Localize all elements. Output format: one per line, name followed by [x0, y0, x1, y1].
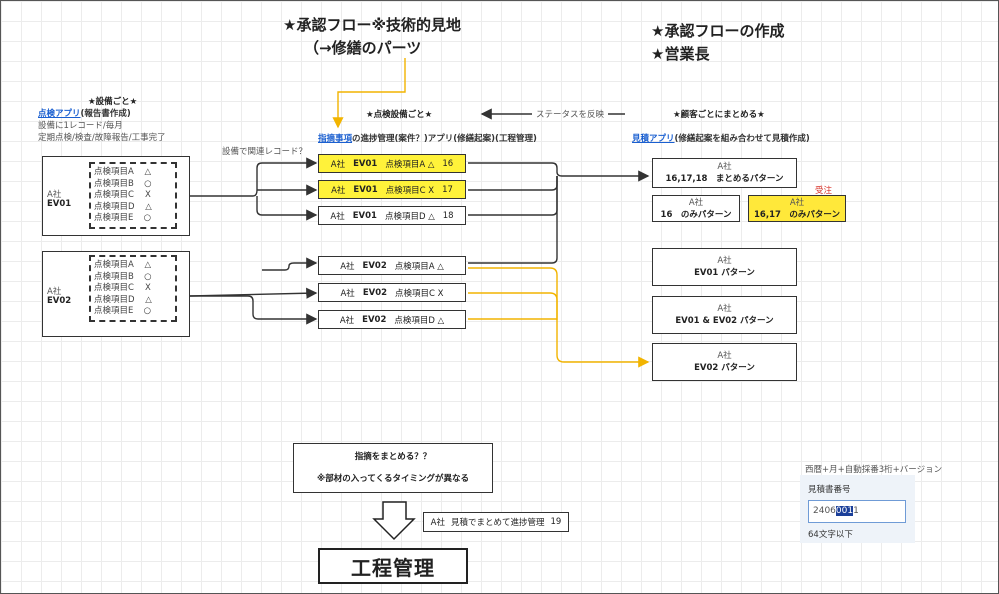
inspection-items-list: 点検項目A △ 点検項目B ○ 点検項目C X 点検項目D △ 点検項目E ○	[89, 162, 177, 229]
ev01-to-record-d	[256, 196, 318, 221]
pattern-combine-all[interactable]: A社 16,17,18 まとめるパターン	[652, 158, 797, 188]
related-records-note: 設備で関連レコード？	[222, 147, 308, 157]
pattern-ev02[interactable]: A社 EV02 パターン	[652, 343, 797, 381]
record-per-month-note: 設備に1レコード/毎月	[38, 121, 123, 131]
per-equipment-title: ★設備ごと★	[88, 97, 138, 107]
inspection-items-list: 点検項目A △ 点検項目B ○ 点検項目C X 点検項目D △ 点検項目E ○	[89, 255, 177, 322]
create-flow-title: ★承認フローの作成	[651, 22, 785, 40]
findings-app-heading: 指摘事項の進捗管理(案件？)アプリ(修繕起案)(工程管理)	[318, 132, 537, 144]
estimate-number-label: 見積書番号	[808, 485, 851, 495]
per-customer-title: ★顧客ごとにまとめる★	[673, 110, 765, 120]
ev02-record-merge	[468, 176, 558, 264]
approval-flow-title: ★承認フロー※技術的見地	[283, 16, 462, 34]
estimate-app-link[interactable]: 見積アプリ	[632, 134, 675, 144]
inspection-types-note: 定期点検/検査/故障報告/工事完了	[38, 133, 166, 143]
inspection-item: 点検項目E ○	[94, 306, 152, 316]
sales-manager-title: ★営業長	[651, 45, 710, 63]
finding-record-18[interactable]: A社 EV01 点検項目D △ 18	[318, 206, 466, 225]
summary-note-box: 指摘をまとめる？？ ※部材の入ってくるタイミングが異なる	[293, 443, 493, 493]
ev02-to-record-a	[262, 257, 318, 271]
inspection-item: 点検項目D △	[94, 294, 152, 305]
ev02-to-record-d	[190, 295, 318, 325]
inspection-item: 点検項目C X	[94, 190, 151, 200]
inspection-item: 点検項目A △	[94, 167, 152, 177]
estimate-app-heading: 見積アプリ(修繕起案を組み合わせて見積作成)	[632, 132, 810, 144]
finding-record-17[interactable]: A社 EV01 点検項目C X 17	[318, 180, 466, 199]
down-arrow-shape	[372, 501, 416, 541]
equipment-name: EV01	[47, 199, 72, 209]
pattern-ev01[interactable]: A社 EV01 パターン	[652, 248, 797, 286]
estimate-app-suffix: (修繕起案を組み合わせて見積作成)	[674, 134, 810, 144]
finding-record-ev02-c[interactable]: A社 EV02 点検項目C X	[318, 283, 466, 302]
pattern-ev01-ev02[interactable]: A社 EV01 & EV02 パターン	[652, 296, 797, 334]
inspection-app-heading: 点検アプリ(報告書作成)	[38, 107, 131, 119]
record-to-pattern-1	[468, 162, 650, 182]
repair-parts-note: （→修繕のパーツ	[304, 39, 422, 57]
ev02-c-orange-merge	[468, 292, 558, 320]
estimate-number-format-note: 西暦+月+自動採番3桁+バージョン	[805, 465, 943, 475]
equipment-name: EV02	[47, 296, 72, 306]
inspection-item: 点検項目B ○	[94, 178, 152, 189]
findings-app-suffix: の進捗管理(案件？)アプリ(修繕起案)(工程管理)	[352, 134, 537, 144]
inspection-app-link[interactable]: 点検アプリ	[38, 109, 81, 119]
finding-record-16[interactable]: A社 EV01 点検項目A △ 16	[318, 154, 466, 173]
pattern-16-17-only[interactable]: A社 16,17 のみパターン	[748, 195, 846, 222]
inspection-item: 点検項目E ○	[94, 213, 152, 223]
ev01-to-record-a	[190, 157, 318, 197]
estimate-number-limit: 64文字以下	[808, 530, 853, 540]
inspection-app-suffix: (報告書作成)	[80, 109, 131, 119]
inspection-item: 点検項目B ○	[94, 271, 152, 282]
inspection-item: 点検項目C X	[94, 283, 151, 293]
record17-merge	[468, 176, 558, 191]
finding-record-ev02-a[interactable]: A社 EV02 点検項目A △	[318, 256, 466, 275]
process-management-label: 工程管理	[318, 548, 468, 584]
pattern-16-only[interactable]: A社 16 のみパターン	[652, 195, 740, 222]
inspection-item: 点検項目A △	[94, 260, 152, 270]
finding-record-ev02-d[interactable]: A社 EV02 点検項目D △	[318, 310, 466, 329]
estimate-number-input[interactable]: 24060011	[808, 500, 906, 523]
record18-merge	[468, 176, 558, 216]
status-reflect-label: ステータスを反映	[536, 110, 605, 120]
findings-app-link[interactable]: 指摘事項	[318, 134, 352, 144]
estimate-progress-record[interactable]: A社 見積でまとめて進捗管理 19	[423, 512, 569, 532]
per-inspected-equipment-title: ★点検設備ごと★	[366, 110, 433, 120]
ev02-to-ev02-pattern	[468, 267, 650, 368]
inspection-item: 点検項目D △	[94, 201, 152, 212]
